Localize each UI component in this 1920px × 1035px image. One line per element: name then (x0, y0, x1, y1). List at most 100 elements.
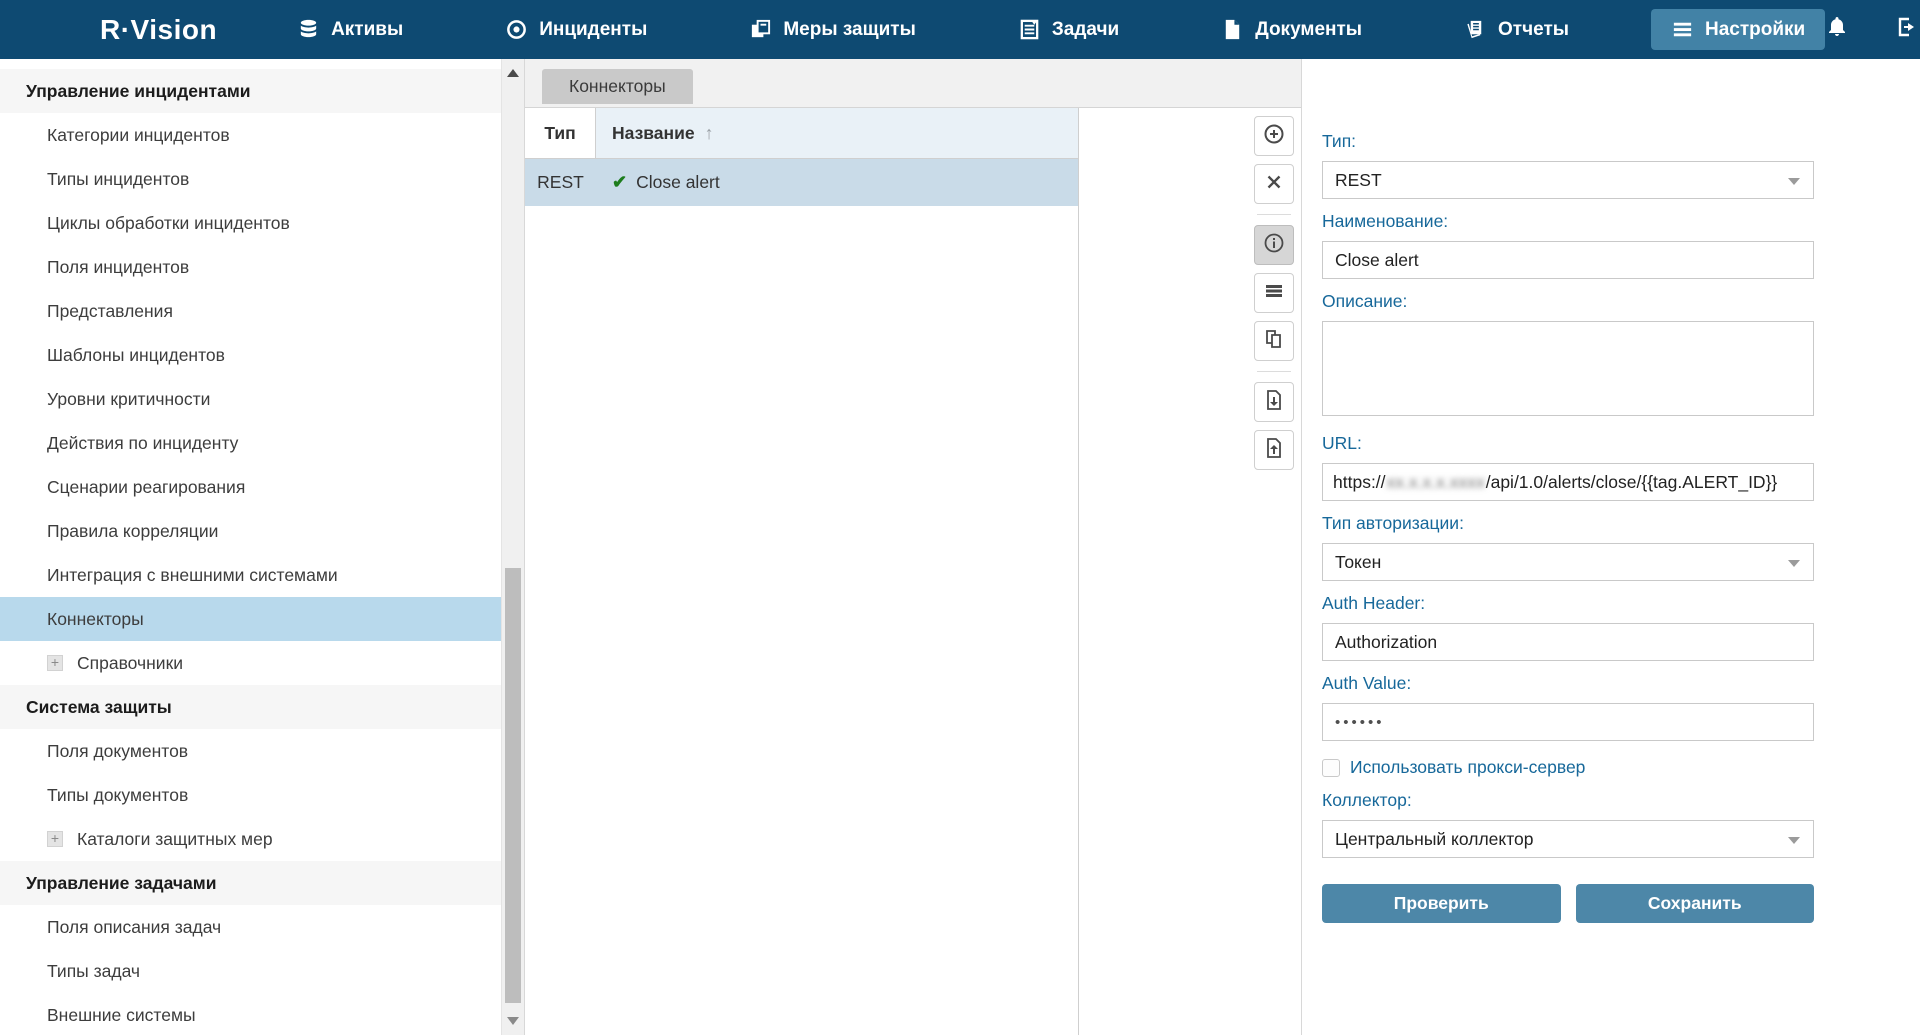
nav-item-label: Активы (331, 19, 403, 41)
sidebar-item-label: Правила корреляции (47, 521, 218, 542)
main-menu: Активы Инциденты Меры защиты Задачи Документ… (277, 9, 1825, 50)
sidebar-item-label: Поля описания задач (47, 917, 221, 938)
form-actions: Проверить Сохранить (1322, 884, 1814, 923)
type-select[interactable]: REST (1322, 161, 1814, 199)
sidebar-item[interactable]: Поля инцидентов (0, 245, 502, 289)
export-button[interactable] (1254, 382, 1294, 422)
sidebar-item-label: Поля документов (47, 741, 188, 762)
scrollbar-thumb[interactable] (505, 568, 521, 1003)
collector-label: Коллектор: (1322, 790, 1920, 811)
type-select-value: REST (1335, 170, 1382, 191)
sidebar-item[interactable]: Типы документов (0, 773, 502, 817)
table-body: REST✔Close alert (525, 159, 1078, 206)
delete-connector-button[interactable] (1254, 164, 1294, 204)
notifications-button[interactable] (1825, 15, 1849, 44)
list-view-icon (1262, 279, 1286, 308)
sidebar-item-label: Типы документов (47, 785, 188, 806)
triangle-up-icon (507, 69, 519, 77)
save-button[interactable]: Сохранить (1576, 884, 1815, 923)
tab-connectors[interactable]: Коннекторы (542, 69, 693, 104)
sidebar-item[interactable]: Интеграция с внешними системами (0, 553, 502, 597)
description-input[interactable] (1322, 321, 1814, 416)
connector-toolbar (1079, 108, 1301, 1035)
sidebar-item[interactable]: Шаблоны инцидентов (0, 333, 502, 377)
delete-connector-icon (1263, 171, 1285, 198)
sidebar-item[interactable]: Внешние системы (0, 993, 502, 1035)
info-button[interactable] (1254, 225, 1294, 265)
export-icon (1262, 388, 1286, 417)
list-view-button[interactable] (1254, 273, 1294, 313)
collector-select[interactable]: Центральный коллектор (1322, 820, 1814, 858)
sidebar-item[interactable]: Типы инцидентов (0, 157, 502, 201)
status-ok-check-icon: ✔ (612, 172, 627, 193)
sidebar-item[interactable]: Поля описания задач (0, 905, 502, 949)
sidebar-item-label: Система защиты (26, 697, 172, 718)
sidebar-item[interactable]: Циклы обработки инцидентов (0, 201, 502, 245)
expand-plus-icon[interactable]: + (47, 655, 63, 671)
toolbar-divider (1257, 371, 1291, 372)
nav-item-2[interactable]: Инциденты (485, 9, 667, 50)
sort-asc-icon: ↑ (705, 123, 714, 144)
collector-select-value: Центральный коллектор (1335, 829, 1534, 850)
sidebar-item[interactable]: Правила корреляции (0, 509, 502, 553)
sidebar-item[interactable]: +Справочники (0, 641, 502, 685)
nav-item-7[interactable]: Настройки (1651, 9, 1825, 50)
nav-item-3[interactable]: Меры защиты (729, 9, 936, 50)
cell-name: ✔Close alert (596, 159, 1078, 206)
center-body: Тип Название ↑ REST✔Close alert (525, 108, 1301, 1035)
url-suffix: /api/1.0/alerts/close/{{tag.ALERT_ID}} (1486, 472, 1778, 493)
add-connector-button[interactable] (1254, 116, 1294, 156)
proxy-checkbox[interactable] (1322, 759, 1340, 777)
nav-item-1[interactable]: Активы (277, 9, 423, 50)
url-input[interactable]: https://xx.x.x.x.xxxx/api/1.0/alerts/clo… (1322, 463, 1814, 501)
sidebar-item[interactable]: Категории инцидентов (0, 113, 502, 157)
sidebar-section-header: Система защиты (0, 685, 502, 729)
sidebar-item[interactable]: +Каталоги защитных мер (0, 817, 502, 861)
proxy-checkbox-label[interactable]: Использовать прокси-сервер (1350, 757, 1585, 778)
sidebar-item[interactable]: Коннекторы (0, 597, 502, 641)
sidebar-item[interactable]: Типы задач (0, 949, 502, 993)
sidebar-item-label: Интеграция с внешними системами (47, 565, 338, 586)
rvision-logo: R·Vision (100, 14, 217, 46)
nav-item-6[interactable]: Отчеты (1444, 9, 1589, 50)
auth-type-select[interactable]: Токен (1322, 543, 1814, 581)
navbar-right: admin (1825, 15, 1920, 45)
column-header-name-label: Название (612, 123, 695, 144)
copy-connector-button[interactable] (1254, 321, 1294, 361)
sidebar-scrollbar[interactable] (501, 59, 524, 1035)
table-row[interactable]: REST✔Close alert (525, 159, 1078, 206)
nav-item-5[interactable]: Документы (1201, 9, 1382, 50)
nav-item-4[interactable]: Задачи (998, 9, 1139, 50)
name-input[interactable] (1322, 241, 1814, 279)
sidebar-item[interactable]: Представления (0, 289, 502, 333)
sidebar-item[interactable]: Сценарии реагирования (0, 465, 502, 509)
sidebar-item[interactable]: Уровни критичности (0, 377, 502, 421)
sidebar-item[interactable]: Поля документов (0, 729, 502, 773)
auth-header-input[interactable] (1322, 623, 1814, 661)
sidebar-item-label: Уровни критичности (47, 389, 210, 410)
cell-type: REST (525, 159, 596, 206)
check-button[interactable]: Проверить (1322, 884, 1561, 923)
column-header-name[interactable]: Название ↑ (596, 108, 1078, 158)
scroll-down-button[interactable] (502, 1009, 524, 1033)
column-header-type[interactable]: Тип (525, 108, 596, 158)
assets-database-icon (297, 18, 320, 41)
auth-type-label: Тип авторизации: (1322, 513, 1920, 534)
sidebar-item[interactable]: Действия по инциденту (0, 421, 502, 465)
user-menu[interactable]: admin (1895, 15, 1920, 45)
expand-plus-icon[interactable]: + (47, 831, 63, 847)
sidebar-section-header: Управление инцидентами (0, 69, 502, 113)
chevron-down-icon (1788, 837, 1800, 844)
documents-page-icon (1221, 18, 1244, 41)
sidebar-item-label: Типы инцидентов (47, 169, 189, 190)
sidebar-item-label: Действия по инциденту (47, 433, 238, 454)
scroll-up-button[interactable] (502, 61, 524, 85)
type-label: Тип: (1322, 131, 1920, 152)
connectors-table: Тип Название ↑ REST✔Close alert (525, 108, 1079, 1035)
nav-item-label: Инциденты (539, 19, 647, 41)
connector-form: Тип: REST Наименование: Описание: URL: h… (1301, 59, 1920, 1035)
incidents-target-icon (505, 18, 528, 41)
nav-item-label: Меры защиты (783, 19, 916, 41)
auth-value-input[interactable] (1322, 703, 1814, 741)
import-button[interactable] (1254, 430, 1294, 470)
